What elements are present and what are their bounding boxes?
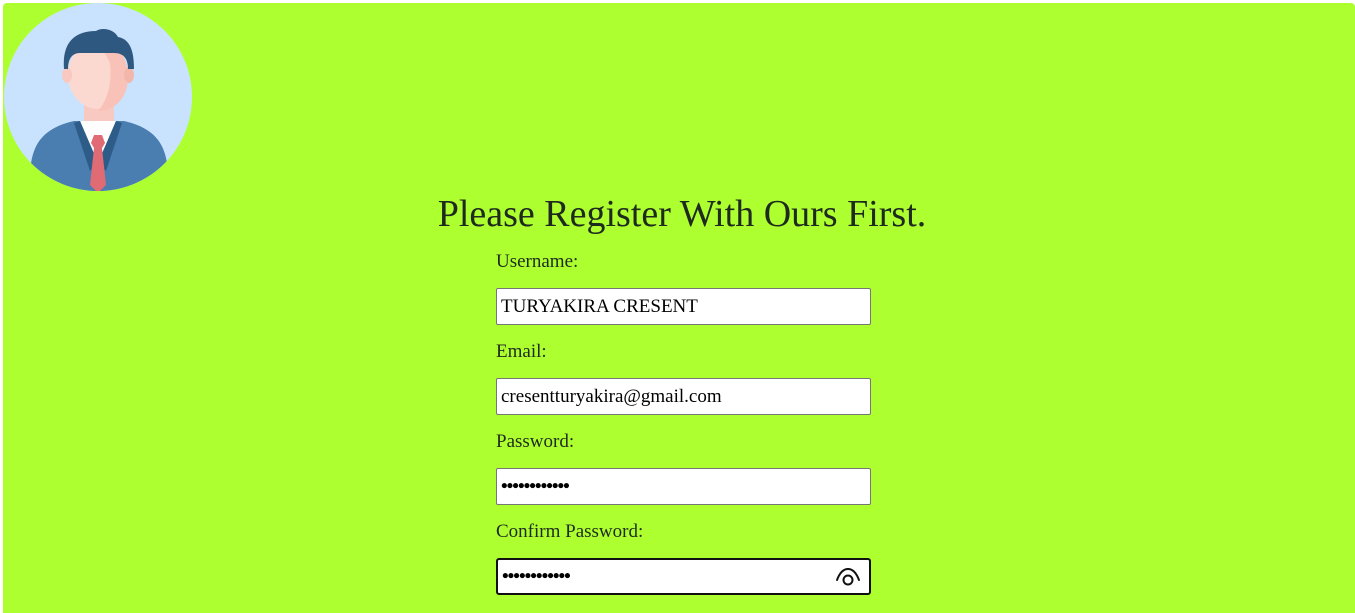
page-title: Please Register With Ours First.: [437, 193, 927, 235]
username-field-box: [496, 288, 871, 325]
password-label: Password:: [496, 431, 575, 452]
password-input[interactable]: [497, 469, 870, 504]
confirm-password-field-box: [496, 558, 871, 595]
email-label: Email:: [496, 341, 547, 362]
user-avatar-icon: [4, 3, 192, 191]
email-field-box: [496, 378, 871, 415]
password-field-box: [496, 468, 871, 505]
confirm-password-label: Confirm Password:: [496, 521, 644, 542]
username-label: Username:: [496, 251, 579, 272]
username-input[interactable]: [497, 289, 870, 324]
confirm-password-input[interactable]: [498, 560, 869, 593]
registration-form: Username: Email: Password: Confirm Passw…: [496, 250, 876, 610]
email-input[interactable]: [497, 379, 870, 414]
registration-page: Please Register With Ours First. Usernam…: [3, 3, 1355, 613]
eye-icon[interactable]: [835, 566, 861, 588]
